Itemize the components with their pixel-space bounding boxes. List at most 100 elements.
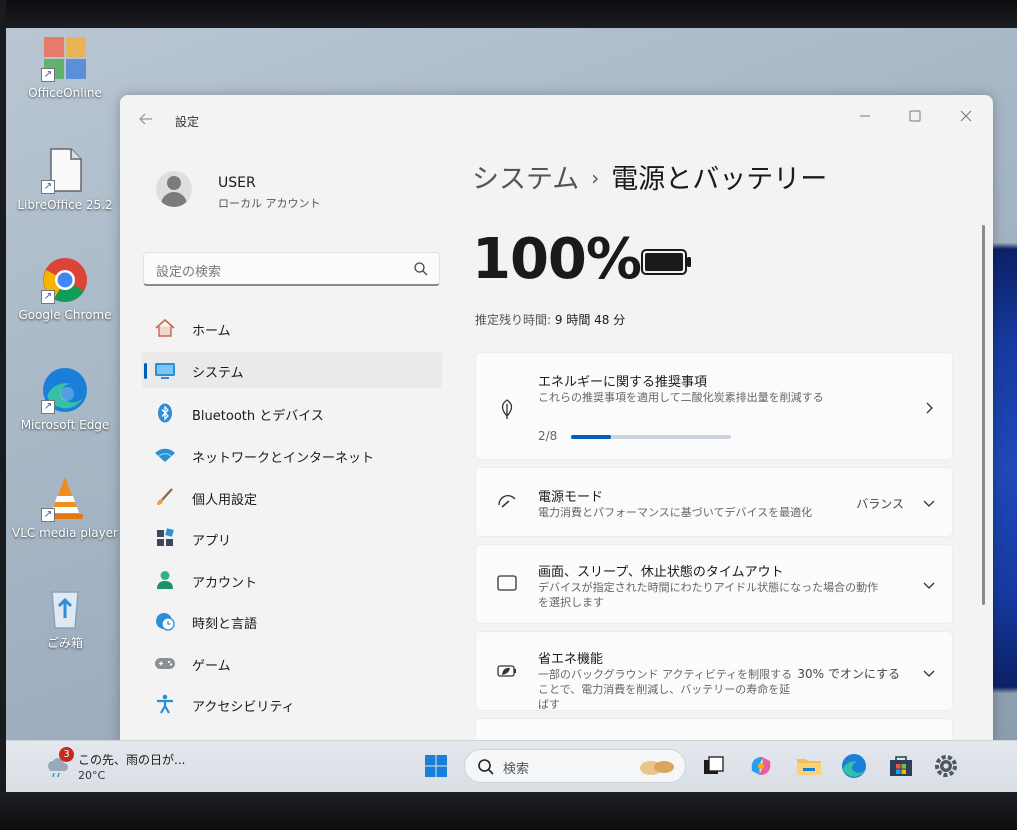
taskbar-search[interactable]: 検索 <box>464 749 686 783</box>
office-online-icon: ↗ <box>41 34 89 82</box>
gamepad-icon <box>155 658 175 669</box>
minimize-icon <box>860 115 870 117</box>
search-placeholder: 設定の検索 <box>156 265 222 280</box>
shortcut-arrow-icon: ↗ <box>41 180 55 194</box>
chevron-right-icon <box>926 402 933 414</box>
chrome-icon: ↗ <box>41 256 89 304</box>
copilot-button[interactable] <box>746 751 776 781</box>
minimize-button[interactable] <box>845 103 885 133</box>
active-indicator <box>144 363 147 379</box>
progress-fill <box>571 435 611 439</box>
sidebar-item-label: ホーム <box>192 324 231 339</box>
sidebar-item-label: ネットワークとインターネット <box>192 451 375 466</box>
progress-text: 2/8 <box>538 429 558 443</box>
breadcrumb-separator: › <box>591 166 600 190</box>
task-view-button[interactable] <box>698 751 728 781</box>
desktop-icon-label: ごみ箱 <box>46 636 83 650</box>
user-name: USER <box>218 175 256 191</box>
wifi-icon <box>155 448 175 462</box>
home-icon <box>155 318 175 337</box>
sidebar-item-network[interactable]: ネットワークとインターネット <box>142 437 442 473</box>
brush-icon <box>157 488 173 505</box>
sidebar-item-personalization[interactable]: 個人用設定 <box>142 479 442 515</box>
energy-saver-value: 30% でオンにする <box>797 667 900 681</box>
sidebar-item-bluetooth[interactable]: Bluetooth とデバイス <box>142 395 442 431</box>
accessibility-icon <box>157 694 173 714</box>
desktop-icon-label: LibreOffice 25.2 <box>17 198 113 212</box>
battery-icon <box>641 249 691 275</box>
recommendations-progress-bar <box>571 435 731 439</box>
sidebar-item-time-language[interactable]: 時刻と言語 <box>142 603 442 639</box>
desktop-icon-libreoffice[interactable]: ↗ LibreOffice 25.2 <box>10 146 120 212</box>
breadcrumb: システム › 電源とバッテリー <box>472 157 827 196</box>
energy-saver-icon <box>497 665 516 677</box>
file-explorer-button[interactable] <box>794 751 824 781</box>
desktop-icon-label: Microsoft Edge <box>20 418 110 432</box>
card-title: 画面、スリープ、休止状態のタイムアウト <box>538 565 784 580</box>
search-icon <box>478 759 494 775</box>
remaining-value: 9 時間 48 分 <box>554 313 626 327</box>
shortcut-arrow-icon: ↗ <box>41 68 55 82</box>
chevron-down-icon <box>923 582 935 589</box>
sidebar-item-home[interactable]: ホーム <box>142 310 442 346</box>
edge-taskbar-button[interactable] <box>839 751 869 781</box>
card-title: 電源モード <box>538 490 604 505</box>
libreoffice-icon: ↗ <box>41 146 89 194</box>
edge-icon: ↗ <box>41 366 89 414</box>
desktop-icon-officeonline[interactable]: ↗ OfficeOnline <box>10 34 120 100</box>
sidebar-item-label: Bluetooth とデバイス <box>192 409 324 424</box>
scrollbar[interactable] <box>982 225 985 605</box>
sidebar-item-accounts[interactable]: アカウント <box>142 562 442 598</box>
desktop-icon-chrome[interactable]: ↗ Google Chrome <box>10 256 120 322</box>
start-button[interactable] <box>421 751 451 781</box>
time-language-icon <box>156 613 175 631</box>
energy-recommendations-card[interactable]: エネルギーに関する推奨事項 これらの推奨事項を適用して二酸化炭素排出量を削減する… <box>475 352 953 460</box>
maximize-button[interactable] <box>895 103 935 133</box>
sidebar-item-label: 時刻と言語 <box>192 617 258 632</box>
shortcut-arrow-icon: ↗ <box>41 400 55 414</box>
settings-window: 設定 USER ローカル アカウント 設定の検索 ホーム システム Blueto… <box>120 95 993 745</box>
desktop-icon-vlc[interactable]: ↗ VLC media player <box>10 474 120 540</box>
screen-sleep-icon <box>497 575 517 592</box>
copilot-icon <box>751 757 771 775</box>
breadcrumb-parent[interactable]: システム <box>472 164 579 195</box>
apps-icon <box>157 528 174 546</box>
sidebar-item-label: システム <box>192 366 244 381</box>
power-mode-icon <box>498 495 516 508</box>
account-icon <box>157 571 173 589</box>
weather-text: この先、雨の日が... <box>78 753 186 767</box>
energy-saver-card[interactable]: 省エネ機能 一部のバックグラウンド アクティビティを制限することで、電力消費を削… <box>475 631 953 711</box>
recycle-bin-icon <box>41 584 89 632</box>
power-mode-card[interactable]: 電源モード 電力消費とパフォーマンスに基づいてデバイスを最適化 バランス <box>475 467 953 537</box>
weather-temperature: 20°C <box>78 769 106 782</box>
task-view-icon <box>704 756 724 774</box>
account-type: ローカル アカウント <box>218 197 321 210</box>
store-button[interactable] <box>886 751 916 781</box>
sidebar-item-accessibility[interactable]: アクセシビリティ <box>142 686 442 722</box>
shortcut-arrow-icon: ↗ <box>41 290 55 304</box>
settings-search-input[interactable]: 設定の検索 <box>143 252 440 286</box>
card-description: 電力消費とパフォーマンスに基づいてデバイスを最適化 <box>538 506 813 519</box>
back-button[interactable] <box>138 111 154 127</box>
battery-percentage: 100% <box>472 227 642 292</box>
edge-icon <box>842 754 866 778</box>
sidebar-item-label: アクセシビリティ <box>192 700 295 715</box>
battery-fill <box>645 253 683 271</box>
screen-sleep-timeout-card[interactable]: 画面、スリープ、休止状態のタイムアウト デバイスが指定された時間にわたりアイドル… <box>475 544 953 624</box>
settings-taskbar-button[interactable] <box>931 751 961 781</box>
start-icon <box>425 755 447 777</box>
sidebar-item-gaming[interactable]: ゲーム <box>142 645 442 681</box>
card-description: 一部のバックグラウンド アクティビティを制限することで、電力消費を削減し、バッテ… <box>538 668 793 711</box>
desktop-icon-edge[interactable]: ↗ Microsoft Edge <box>10 366 120 432</box>
desktop-icon-recycle-bin[interactable]: ごみ箱 <box>10 584 120 650</box>
notification-badge: 3 <box>59 747 74 762</box>
shortcut-arrow-icon: ↗ <box>41 508 55 522</box>
close-button[interactable] <box>946 103 986 133</box>
avatar <box>156 171 192 207</box>
sidebar-item-system[interactable]: システム <box>142 352 442 388</box>
sidebar-item-apps[interactable]: アプリ <box>142 520 442 556</box>
maximize-icon <box>909 110 921 122</box>
remaining-label: 推定残り時間: <box>475 313 552 327</box>
leaf-icon <box>501 399 513 419</box>
chevron-down-icon <box>923 500 935 507</box>
